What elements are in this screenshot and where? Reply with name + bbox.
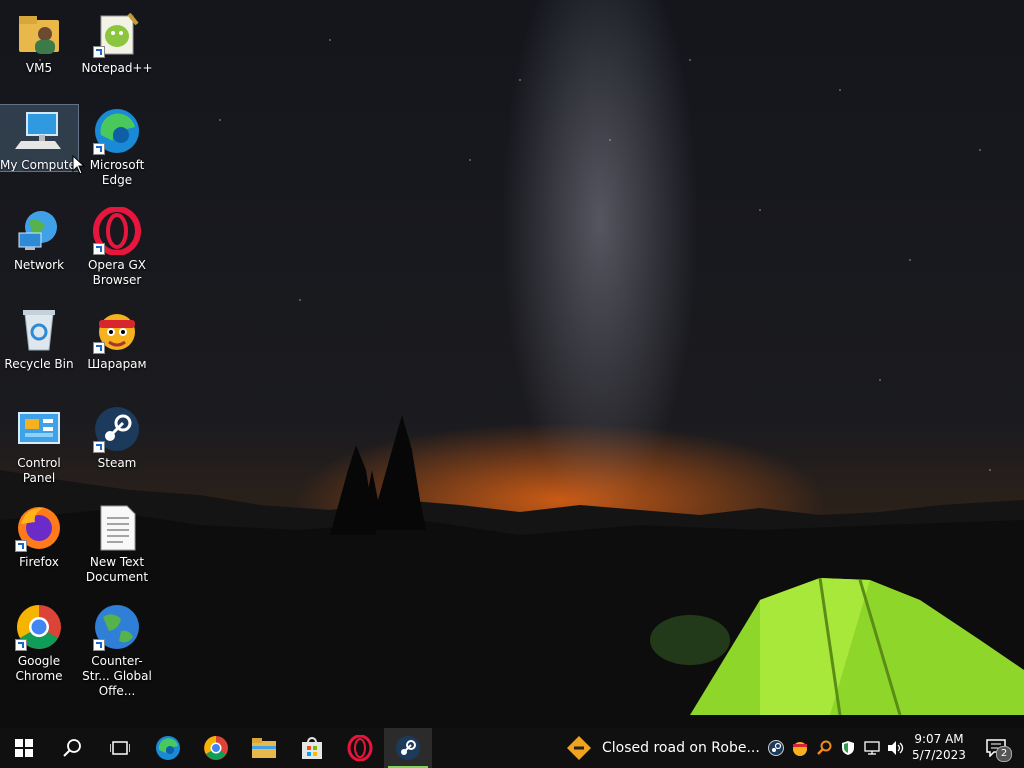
opera-gx-icon — [93, 206, 141, 256]
edge-icon — [156, 736, 180, 760]
text-document-icon — [93, 504, 141, 552]
desktop-icon-shararam[interactable]: Шарарам — [78, 304, 156, 372]
shortcut-arrow-icon — [93, 441, 105, 453]
computer-icon — [15, 107, 63, 155]
task-view-button[interactable] — [96, 728, 144, 768]
desktop-icon-control-panel[interactable]: Control Panel — [0, 403, 78, 486]
desktop-icon-notepadpp[interactable]: Notepad++ — [78, 8, 156, 76]
desktop-icon-steam[interactable]: Steam — [78, 403, 156, 471]
shortcut-arrow-icon — [93, 243, 105, 255]
tray-steam[interactable] — [764, 728, 788, 768]
edge-icon — [93, 107, 141, 155]
desktop-icon-google-chrome[interactable]: Google Chrome — [0, 601, 78, 684]
opera-icon — [347, 735, 373, 761]
magnifier-icon — [817, 740, 832, 755]
tray-shararam[interactable] — [788, 728, 812, 768]
shararam-icon — [93, 306, 141, 354]
start-button[interactable] — [0, 728, 48, 768]
shortcut-arrow-icon — [93, 46, 105, 58]
traffic-notification[interactable]: Closed road on Robe... — [566, 728, 760, 768]
shield-icon — [842, 741, 854, 755]
user-folder-icon — [15, 10, 63, 58]
tray-search-tool[interactable] — [812, 728, 836, 768]
desktop-icon-firefox[interactable]: Firefox — [0, 502, 78, 570]
desktop-icon-network[interactable]: Network — [0, 205, 78, 273]
tray-network[interactable] — [860, 728, 884, 768]
desktop-icon-my-computer[interactable]: My Computer — [0, 104, 79, 172]
network-status-icon — [864, 741, 880, 755]
desktop-icon-vm5[interactable]: VM5 — [0, 8, 78, 76]
steam-icon — [396, 736, 420, 760]
notification-count-badge: 2 — [996, 746, 1012, 762]
clock-date: 5/7/2023 — [912, 748, 966, 762]
shortcut-arrow-icon — [93, 639, 105, 651]
taskbar: Closed road on Robe... 9:07 AM 5/7/2023 … — [0, 728, 1024, 768]
taskbar-opera-button[interactable] — [336, 728, 384, 768]
notification-text: Closed road on Robe... — [602, 740, 760, 756]
clock-time: 9:07 AM — [914, 732, 964, 746]
taskbar-steam-button[interactable] — [384, 728, 432, 768]
chrome-icon — [15, 603, 63, 651]
desktop-icon-counter-strike[interactable]: Counter-Str... Global Offe... — [78, 601, 156, 699]
action-center-button[interactable]: 2 — [978, 728, 1014, 768]
file-explorer-icon — [252, 738, 276, 758]
steam-icon — [768, 740, 784, 756]
shortcut-arrow-icon — [93, 342, 105, 354]
taskbar-edge-button[interactable] — [144, 728, 192, 768]
task-view-icon — [110, 741, 130, 755]
firefox-icon — [15, 504, 63, 552]
shortcut-arrow-icon — [93, 143, 105, 155]
tray-security[interactable] — [836, 728, 860, 768]
shortcut-arrow-icon — [15, 540, 27, 552]
desktop-icon-opera-gx[interactable]: Opera GX Browser — [78, 205, 156, 288]
control-panel-icon — [15, 405, 63, 453]
taskbar-microsoft-store-button[interactable] — [288, 728, 336, 768]
desktop-icon-recycle-bin[interactable]: Recycle Bin — [0, 304, 78, 372]
notepadpp-icon — [93, 10, 141, 58]
speaker-icon — [888, 741, 904, 755]
system-tray — [764, 728, 908, 768]
chrome-icon — [204, 736, 228, 760]
taskbar-chrome-button[interactable] — [192, 728, 240, 768]
taskbar-file-explorer-button[interactable] — [240, 728, 288, 768]
clock[interactable]: 9:07 AM 5/7/2023 — [908, 731, 970, 763]
desktop-icon-new-text-document[interactable]: New Text Document — [78, 502, 156, 585]
recycle-bin-icon — [15, 306, 63, 354]
csgo-icon — [93, 603, 141, 651]
microsoft-store-icon — [302, 737, 322, 759]
mouse-cursor-icon — [72, 155, 86, 175]
road-closed-icon — [567, 736, 591, 760]
start-icon — [15, 739, 33, 757]
shararam-icon — [793, 742, 807, 756]
tray-volume[interactable] — [884, 728, 908, 768]
search-icon — [63, 739, 81, 757]
steam-icon — [93, 405, 141, 453]
desktop-icon-microsoft-edge[interactable]: Microsoft Edge — [78, 105, 156, 188]
search-button[interactable] — [48, 728, 96, 768]
shortcut-arrow-icon — [15, 639, 27, 651]
network-icon — [15, 207, 63, 255]
